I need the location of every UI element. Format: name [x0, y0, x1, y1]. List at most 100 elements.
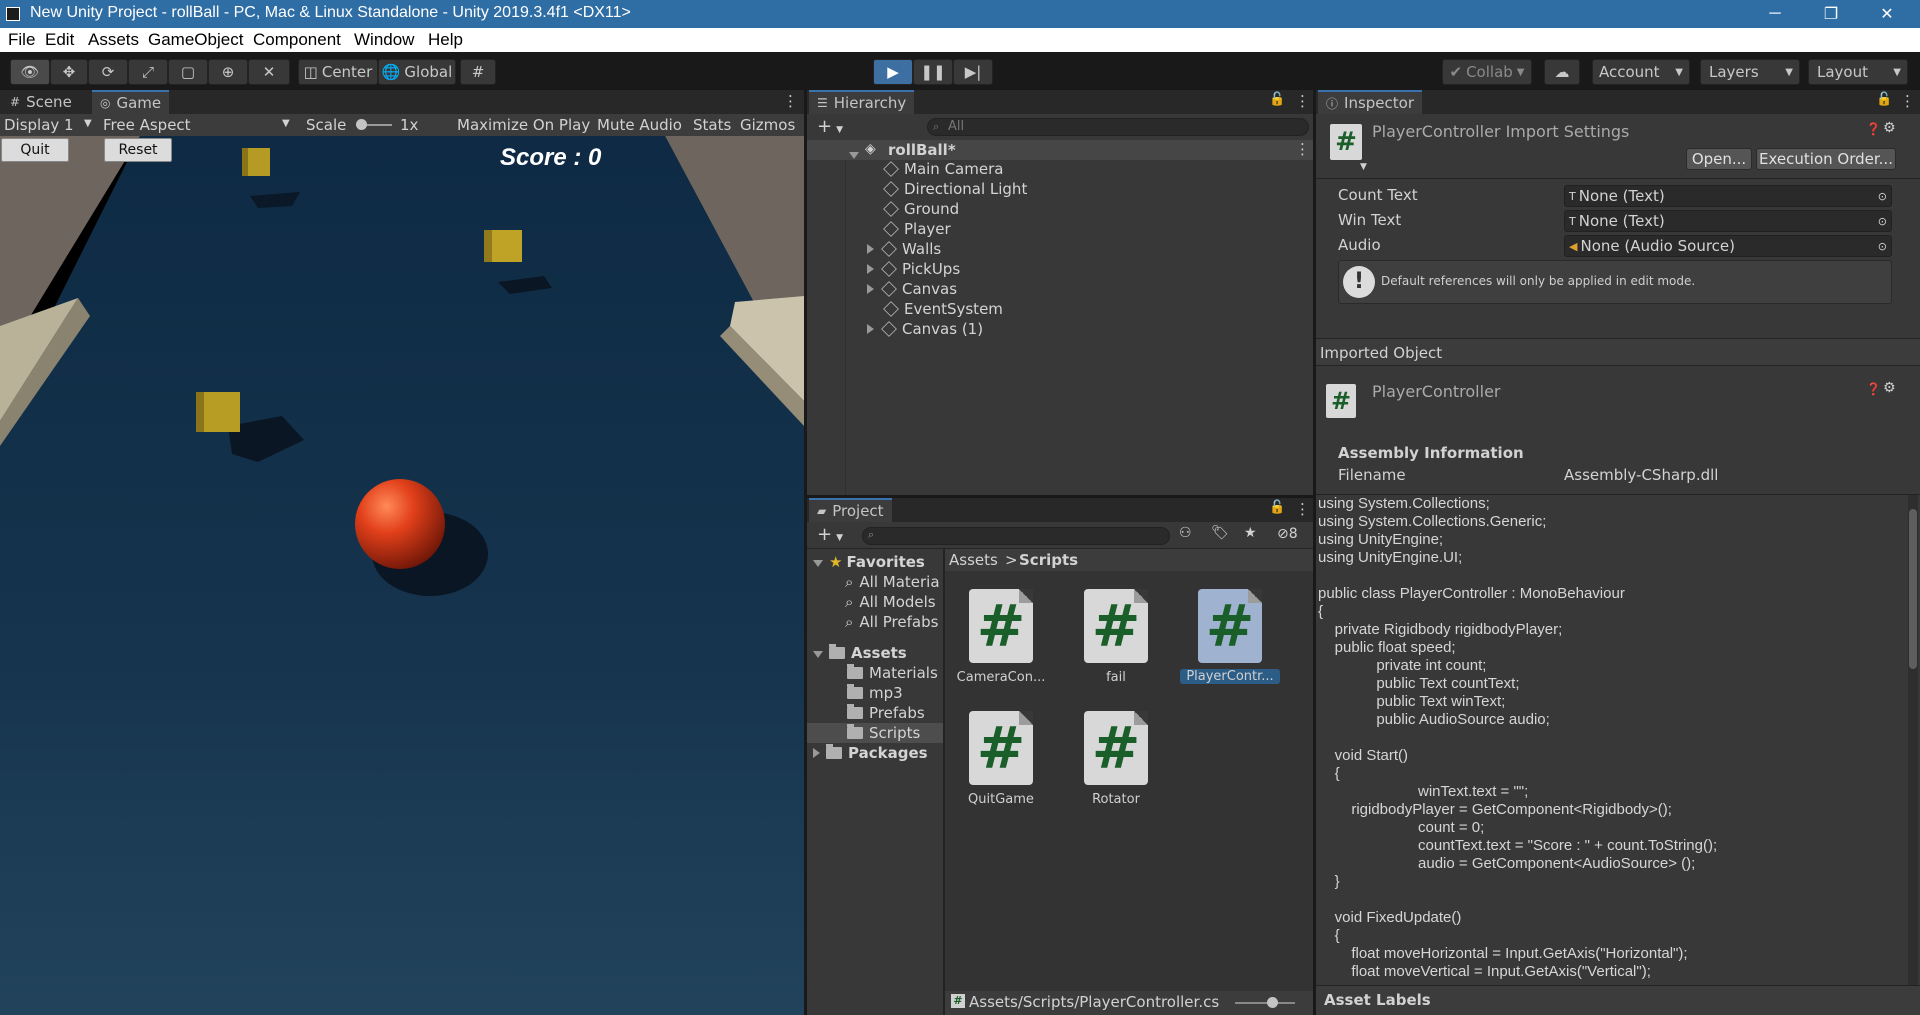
open-button[interactable]: Open... — [1686, 148, 1752, 170]
menu-gameobject[interactable]: GameObject — [148, 30, 243, 50]
custom-tool-button[interactable]: ✕ — [248, 59, 290, 85]
star-icon[interactable]: ★ — [1244, 525, 1257, 541]
asset-fail[interactable]: fail — [1066, 670, 1166, 685]
help-icon[interactable]: ❓ — [1866, 122, 1881, 136]
expand-arrow-icon[interactable] — [813, 748, 820, 758]
add-button[interactable]: + ▼ — [817, 116, 843, 137]
asset-rotator[interactable]: Rotator — [1066, 792, 1166, 807]
asset-quitgame[interactable]: QuitGame — [951, 792, 1051, 807]
folder-mp3[interactable]: mp3 — [847, 684, 903, 702]
tab-inspector[interactable]: ⓘ Inspector — [1318, 90, 1422, 114]
menu-assets[interactable]: Assets — [88, 30, 139, 50]
transform-tool-button[interactable]: ⊕ — [208, 59, 248, 85]
icon-size-slider-thumb[interactable] — [1267, 997, 1278, 1008]
hierarchy-item-directional-light[interactable]: Directional Light — [883, 180, 1027, 198]
hierarchy-item-walls[interactable]: Walls — [867, 240, 941, 258]
collab-dropdown[interactable]: ✔ Collab ▼ — [1442, 59, 1532, 85]
kebab-menu-icon[interactable]: ⋮ — [1295, 92, 1310, 110]
rect-tool-button[interactable]: ▢ — [168, 59, 208, 85]
kebab-menu-icon[interactable]: ⋮ — [1900, 92, 1915, 110]
script-icon[interactable]: # — [969, 589, 1033, 663]
tab-game[interactable]: ◎ Game — [92, 90, 170, 114]
favorite-all-prefabs[interactable]: ⌕ All Prefabs — [845, 613, 938, 631]
reset-button[interactable]: Reset — [104, 138, 172, 162]
close-button[interactable]: ✕ — [1864, 0, 1910, 28]
filter-label-icon[interactable]: 🏷 — [1211, 525, 1229, 541]
view-tool-button[interactable]: 👁 — [10, 59, 50, 85]
icon-size-slider[interactable] — [1235, 1002, 1295, 1004]
scene-row[interactable]: ◈ rollBall* ⋮ — [807, 140, 1313, 160]
gizmos-toggle[interactable]: Gizmos — [740, 116, 795, 134]
breadcrumb-scripts[interactable]: Scripts — [1019, 551, 1078, 569]
kebab-menu-icon[interactable]: ⋮ — [1295, 140, 1310, 158]
scale-slider-thumb[interactable] — [356, 119, 367, 130]
tab-scene[interactable]: # Scene — [2, 90, 80, 114]
menu-window[interactable]: Window — [354, 30, 414, 50]
object-picker-icon[interactable]: ⊙ — [1878, 240, 1887, 253]
filter-type-icon[interactable]: ⚇ — [1179, 525, 1192, 541]
menu-component[interactable]: Component — [253, 30, 341, 50]
expand-arrow-icon[interactable] — [867, 244, 874, 254]
grid-snap-button[interactable]: # — [460, 59, 496, 85]
object-picker-icon[interactable]: ⊙ — [1878, 215, 1887, 228]
menu-help[interactable]: Help — [428, 30, 463, 50]
asset-player-controller[interactable]: PlayerContr... — [1180, 669, 1280, 684]
pivot-global-button[interactable]: 🌐 Global — [378, 59, 456, 85]
display-dropdown[interactable]: Display 1 — [4, 116, 74, 134]
expand-arrow-icon[interactable] — [849, 152, 859, 159]
restore-button[interactable]: ❐ — [1808, 0, 1854, 28]
folder-prefabs[interactable]: Prefabs — [847, 704, 925, 722]
packages-node[interactable]: Packages — [813, 744, 928, 762]
quit-button[interactable]: Quit — [1, 138, 69, 162]
expand-arrow-icon[interactable] — [813, 560, 823, 567]
expand-arrow-icon[interactable] — [813, 651, 823, 658]
execution-order-button[interactable]: Execution Order... — [1756, 148, 1896, 170]
play-button[interactable]: ▶ — [873, 59, 913, 85]
scrollbar[interactable] — [1908, 495, 1918, 985]
hierarchy-item-eventsystem[interactable]: EventSystem — [883, 300, 1003, 318]
menu-file[interactable]: File — [8, 30, 35, 50]
account-dropdown[interactable]: Account ▼ — [1592, 59, 1690, 85]
lock-icon[interactable]: 🔓 — [1269, 92, 1285, 107]
hierarchy-item-canvas[interactable]: Canvas — [867, 280, 957, 298]
minimize-button[interactable]: ─ — [1752, 0, 1798, 28]
expand-arrow-icon[interactable] — [867, 264, 874, 274]
audio-field[interactable]: ◀ None (Audio Source) ⊙ — [1564, 235, 1892, 257]
object-picker-icon[interactable]: ⊙ — [1878, 190, 1887, 203]
scrollbar-thumb[interactable] — [1909, 509, 1917, 669]
asset-camera-controller[interactable]: CameraCon... — [951, 670, 1051, 685]
gear-icon[interactable]: ⚙ — [1883, 120, 1896, 136]
hierarchy-item-ground[interactable]: Ground — [883, 200, 959, 218]
assets-node[interactable]: Assets — [813, 644, 907, 662]
tab-hierarchy[interactable]: ☰ Hierarchy — [809, 90, 915, 114]
create-button[interactable]: + ▼ — [817, 524, 843, 545]
kebab-menu-icon[interactable]: ⋮ — [783, 92, 798, 110]
lock-icon[interactable]: 🔓 — [1876, 92, 1892, 107]
hierarchy-search-input[interactable]: ⌕ All — [927, 118, 1309, 136]
help-icon[interactable]: ❓ — [1866, 382, 1881, 396]
maximize-on-play-toggle[interactable]: Maximize On Play — [457, 116, 590, 134]
expand-arrow-icon[interactable] — [867, 324, 874, 334]
script-icon-selected[interactable]: # — [1198, 589, 1262, 663]
folder-scripts[interactable]: Scripts — [847, 724, 920, 742]
pivot-center-button[interactable]: ◫ Center — [298, 59, 378, 85]
win-text-field[interactable]: T None (Text) ⊙ — [1564, 210, 1892, 232]
tab-project[interactable]: ▰ Project — [809, 498, 892, 522]
menu-edit[interactable]: Edit — [45, 30, 74, 50]
hierarchy-item-canvas-1[interactable]: Canvas (1) — [867, 320, 983, 338]
count-text-field[interactable]: T None (Text) ⊙ — [1564, 185, 1892, 207]
script-icon[interactable]: # — [969, 711, 1033, 785]
game-viewport[interactable]: Quit Reset Score : 0 — [0, 136, 804, 1015]
folder-materials[interactable]: Materials — [847, 664, 938, 682]
rotate-tool-button[interactable]: ⟳ — [88, 59, 128, 85]
favorites-node[interactable]: ★ Favorites — [813, 553, 925, 571]
expand-arrow-icon[interactable] — [867, 284, 874, 294]
hierarchy-item-player[interactable]: Player — [883, 220, 951, 238]
favorite-all-models[interactable]: ⌕ All Models — [845, 593, 936, 611]
hidden-packages-toggle[interactable]: ⊘8 — [1277, 526, 1298, 542]
favorite-all-materials[interactable]: ⌕ All Materia — [845, 573, 940, 591]
stats-toggle[interactable]: Stats — [693, 116, 731, 134]
kebab-menu-icon[interactable]: ⋮ — [1295, 500, 1310, 518]
layers-dropdown[interactable]: Layers ▼ — [1700, 59, 1800, 85]
move-tool-button[interactable]: ✥ — [50, 59, 88, 85]
